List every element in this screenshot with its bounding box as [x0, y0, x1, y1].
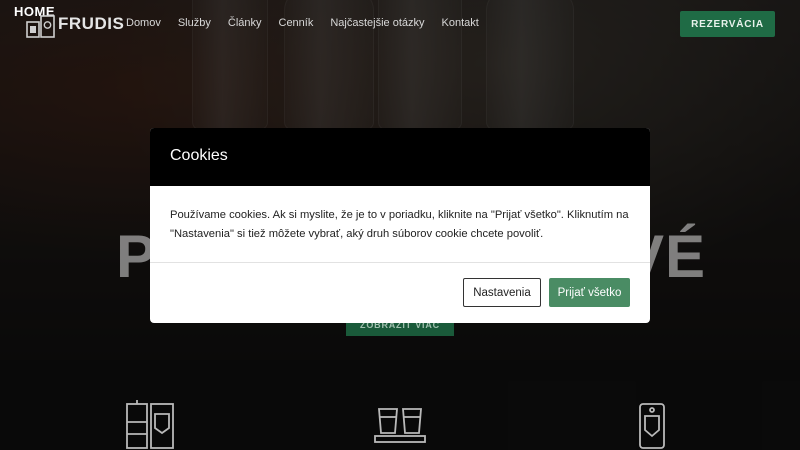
nav-item-kontakt[interactable]: Kontakt: [442, 17, 479, 29]
cookie-settings-button[interactable]: Nastavenia: [463, 278, 541, 307]
cookie-dialog-footer: Nastavenia Prijať všetko: [150, 263, 650, 323]
nav-item-domov[interactable]: Domov: [126, 17, 161, 29]
distiller-icon: [126, 400, 174, 449]
cookie-dialog-title: Cookies: [170, 147, 228, 164]
cookie-dialog-text: Používame cookies. Ak si myslite, že je …: [170, 209, 629, 240]
reservation-button[interactable]: REZERVÁCIA: [680, 11, 775, 37]
nav-item-clanky[interactable]: Články: [228, 17, 262, 29]
shot-glasses-icon: [374, 408, 426, 443]
main-menu: Domov Služby Články Cenník Najčastejšie …: [126, 17, 496, 29]
top-navigation: HOME FRUDIS Domov Služby Články Cenník N…: [0, 0, 800, 48]
logo-mark-icon: [26, 15, 55, 38]
shield-tool-icon: [639, 403, 665, 449]
accept-all-button[interactable]: Prijať všetko: [549, 278, 630, 307]
cookie-dialog-body: Používame cookies. Ak si myslite, že je …: [150, 186, 650, 263]
nav-item-sluzby[interactable]: Služby: [178, 17, 211, 29]
cookie-dialog-header: Cookies: [150, 128, 650, 186]
nav-item-cennik[interactable]: Cenník: [279, 17, 314, 29]
logo-text: FRUDIS: [58, 14, 125, 33]
cookie-dialog: Cookies Používame cookies. Ak si myslite…: [150, 128, 650, 323]
nav-item-faq[interactable]: Najčastejšie otázky: [330, 17, 424, 29]
